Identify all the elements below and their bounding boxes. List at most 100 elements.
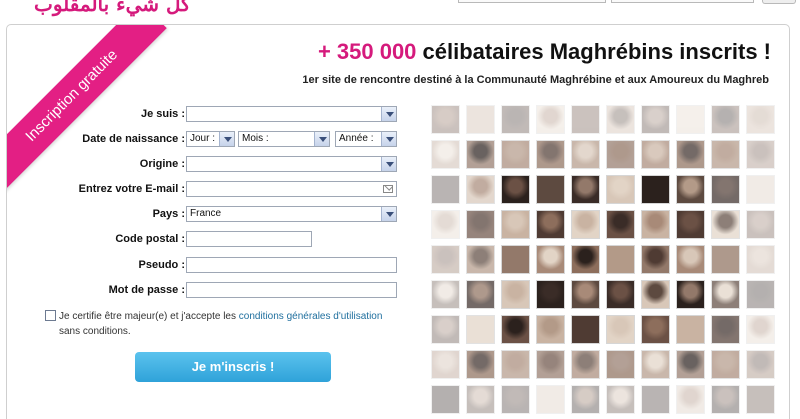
member-photo[interactable] [501,350,530,379]
member-photo[interactable] [501,105,530,134]
pays-select[interactable]: France [186,206,397,222]
member-photo[interactable] [431,140,460,169]
member-photo[interactable] [501,140,530,169]
member-photo[interactable] [501,315,530,344]
member-photo[interactable] [711,210,740,239]
member-photo[interactable] [676,385,705,414]
member-photo[interactable] [571,315,600,344]
member-photo[interactable] [466,350,495,379]
member-photo[interactable] [711,245,740,274]
member-photo[interactable] [711,385,740,414]
member-photo[interactable] [676,105,705,134]
member-photo[interactable] [536,385,565,414]
member-photo[interactable] [746,280,775,309]
member-photo[interactable] [571,350,600,379]
member-photo[interactable] [711,140,740,169]
terms-link[interactable]: conditions générales d'utilisation [239,311,383,322]
member-photo[interactable] [431,175,460,204]
member-photo[interactable] [606,350,635,379]
member-photo[interactable] [606,245,635,274]
member-photo[interactable] [711,105,740,134]
member-photo[interactable] [711,315,740,344]
je-suis-select[interactable] [186,106,397,122]
member-photo[interactable] [641,210,670,239]
member-photo[interactable] [746,350,775,379]
member-photo[interactable] [676,210,705,239]
member-photo[interactable] [501,385,530,414]
member-photo[interactable] [676,175,705,204]
member-photo[interactable] [536,280,565,309]
member-photo[interactable] [746,385,775,414]
member-photo[interactable] [536,245,565,274]
member-photo[interactable] [466,280,495,309]
dob-year-select[interactable]: Année : [335,131,397,147]
pseudo-field[interactable] [186,257,397,273]
member-photo[interactable] [536,350,565,379]
member-photo[interactable] [536,175,565,204]
code-postal-field[interactable] [186,231,312,247]
member-photo[interactable] [571,385,600,414]
login-username-input[interactable] [458,0,606,3]
member-photo[interactable] [641,105,670,134]
member-photo[interactable] [536,315,565,344]
site-logo[interactable]: كل شيء بالمقلوب [34,0,191,16]
member-photo[interactable] [711,280,740,309]
member-photo[interactable] [606,175,635,204]
member-photo[interactable] [501,280,530,309]
member-photo[interactable] [571,105,600,134]
member-photo[interactable] [431,315,460,344]
member-photo[interactable] [431,280,460,309]
terms-checkbox[interactable] [45,310,56,321]
member-photo[interactable] [571,210,600,239]
member-photo[interactable] [466,210,495,239]
member-photo[interactable] [431,105,460,134]
member-photo[interactable] [606,105,635,134]
email-field[interactable] [186,181,397,197]
member-photo[interactable] [676,140,705,169]
member-photo[interactable] [746,315,775,344]
member-photo[interactable] [536,105,565,134]
member-photo[interactable] [676,245,705,274]
member-photo[interactable] [641,280,670,309]
member-photo[interactable] [746,105,775,134]
member-photo[interactable] [466,140,495,169]
member-photo[interactable] [711,175,740,204]
member-photo[interactable] [431,210,460,239]
member-photo[interactable] [606,210,635,239]
member-photo[interactable] [641,315,670,344]
member-photo[interactable] [571,245,600,274]
signup-button[interactable]: Je m'inscris ! [135,352,331,382]
member-photo[interactable] [466,245,495,274]
member-photo[interactable] [571,280,600,309]
member-photo[interactable] [746,245,775,274]
dob-day-select[interactable]: Jour : [186,131,235,147]
login-button[interactable] [762,0,796,4]
member-photo[interactable] [466,315,495,344]
member-photo[interactable] [431,350,460,379]
member-photo[interactable] [606,280,635,309]
member-photo[interactable] [536,210,565,239]
member-photo[interactable] [431,385,460,414]
member-photo[interactable] [746,140,775,169]
mot-de-passe-field[interactable] [186,282,397,298]
member-photo[interactable] [501,175,530,204]
member-photo[interactable] [571,140,600,169]
member-photo[interactable] [641,350,670,379]
member-photo[interactable] [676,315,705,344]
member-photo[interactable] [571,175,600,204]
member-photo[interactable] [746,210,775,239]
member-photo[interactable] [501,210,530,239]
member-photo[interactable] [466,385,495,414]
member-photo[interactable] [676,350,705,379]
login-password-input[interactable] [611,0,754,3]
member-photo[interactable] [606,140,635,169]
member-photo[interactable] [606,315,635,344]
member-photo[interactable] [536,140,565,169]
member-photo[interactable] [641,385,670,414]
member-photo[interactable] [676,280,705,309]
member-photo[interactable] [606,385,635,414]
member-photo[interactable] [641,140,670,169]
dob-month-select[interactable]: Mois : [238,131,330,147]
member-photo[interactable] [746,175,775,204]
member-photo[interactable] [466,105,495,134]
